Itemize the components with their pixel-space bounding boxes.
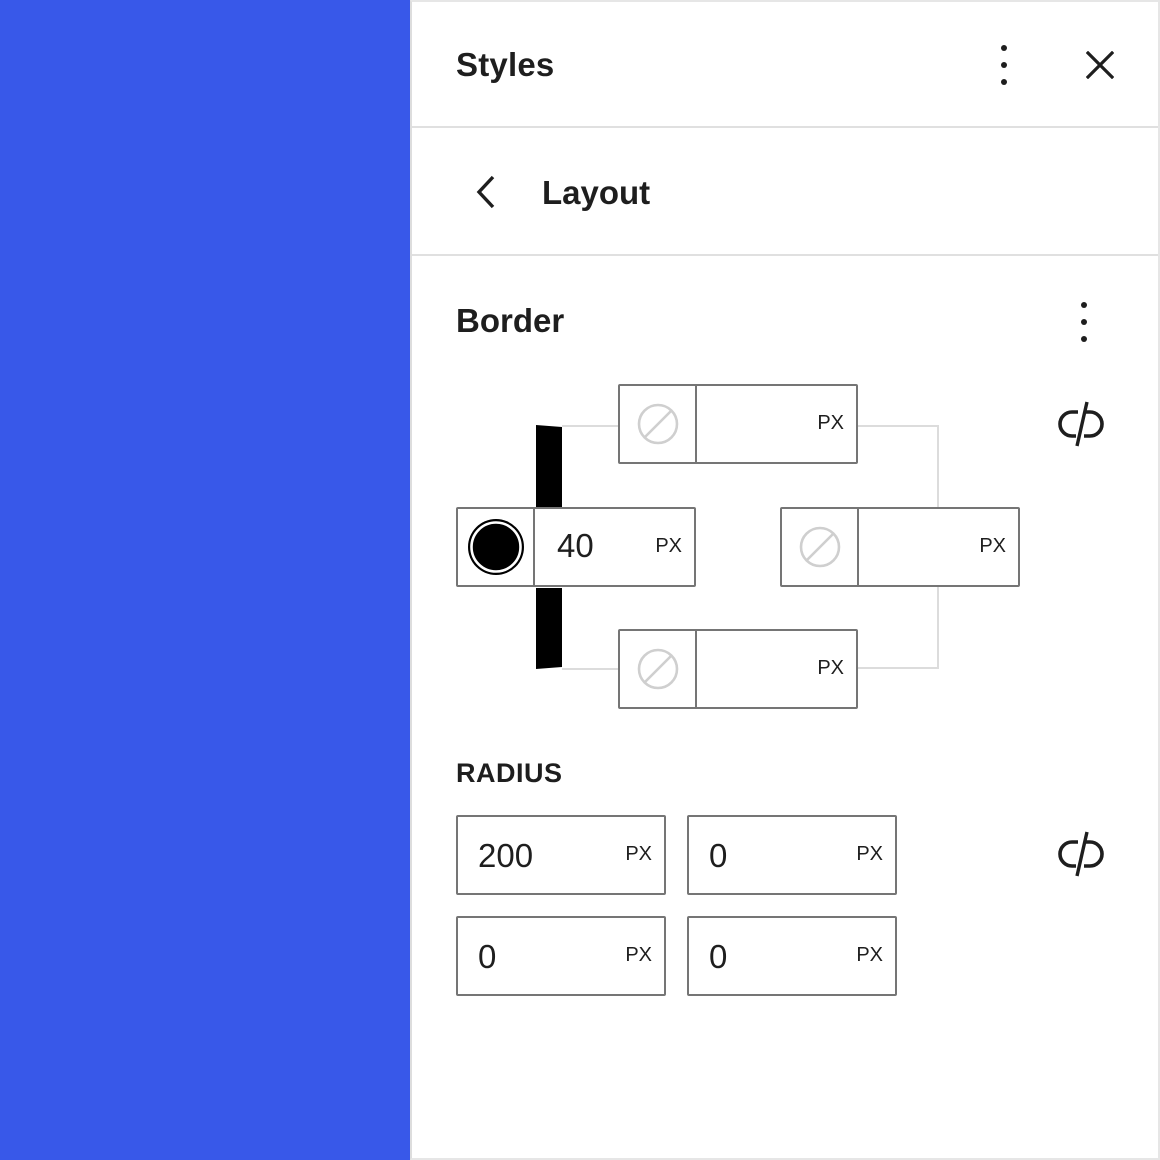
- border-top-control: PX: [618, 384, 858, 464]
- radius-bottom-right-unit-select[interactable]: PX: [856, 944, 883, 967]
- radius-link-toggle[interactable]: [1054, 826, 1110, 882]
- border-left-width-input[interactable]: 40 PX: [535, 509, 694, 585]
- unlink-icon: [1058, 831, 1104, 877]
- border-left-color-button[interactable]: [458, 509, 535, 585]
- border-bottom-control: PX: [618, 629, 858, 709]
- radius-bottom-right-value: 0: [709, 938, 728, 975]
- border-right-color-button[interactable]: [782, 509, 859, 585]
- border-bottom-color-button[interactable]: [620, 631, 697, 707]
- border-right-width-input[interactable]: PX: [859, 509, 1018, 585]
- border-box-diagram: [536, 425, 939, 670]
- styles-panel: Styles Layout Border PX 40 PX PX PX RADI…: [410, 0, 1160, 1160]
- radius-top-left-input[interactable]: 200 PX: [456, 815, 666, 895]
- border-left-control: 40 PX: [456, 507, 696, 587]
- radius-bottom-left-value: 0: [478, 938, 497, 975]
- border-top-unit-select[interactable]: PX: [817, 412, 844, 435]
- border-left-unit-select[interactable]: PX: [655, 535, 682, 558]
- no-color-icon: [637, 403, 678, 445]
- radius-top-left-unit-select[interactable]: PX: [625, 843, 652, 866]
- radius-top-left-value: 200: [478, 837, 534, 874]
- no-color-icon: [637, 648, 678, 690]
- radius-top-right-input[interactable]: 0 PX: [687, 815, 897, 895]
- color-swatch-icon: [467, 519, 524, 575]
- radius-top-right-value: 0: [709, 837, 728, 874]
- radius-bottom-left-unit-select[interactable]: PX: [625, 944, 652, 967]
- border-left-width-value: 40: [557, 527, 594, 564]
- border-top-color-button[interactable]: [620, 386, 697, 462]
- radius-bottom-left-input[interactable]: 0 PX: [456, 916, 666, 996]
- radius-bottom-right-input[interactable]: 0 PX: [687, 916, 897, 996]
- border-bottom-width-input[interactable]: PX: [697, 631, 856, 707]
- border-top-width-input[interactable]: PX: [697, 386, 856, 462]
- radius-label: RADIUS: [456, 758, 563, 788]
- left-border-indicator-bottom: [536, 588, 562, 669]
- radius-top-right-unit-select[interactable]: PX: [856, 843, 883, 866]
- left-border-indicator-top: [536, 425, 562, 507]
- no-color-icon: [799, 526, 840, 568]
- editor-canvas[interactable]: [0, 0, 410, 1160]
- border-right-unit-select[interactable]: PX: [979, 535, 1006, 558]
- border-bottom-unit-select[interactable]: PX: [817, 657, 844, 680]
- border-right-control: PX: [780, 507, 1020, 587]
